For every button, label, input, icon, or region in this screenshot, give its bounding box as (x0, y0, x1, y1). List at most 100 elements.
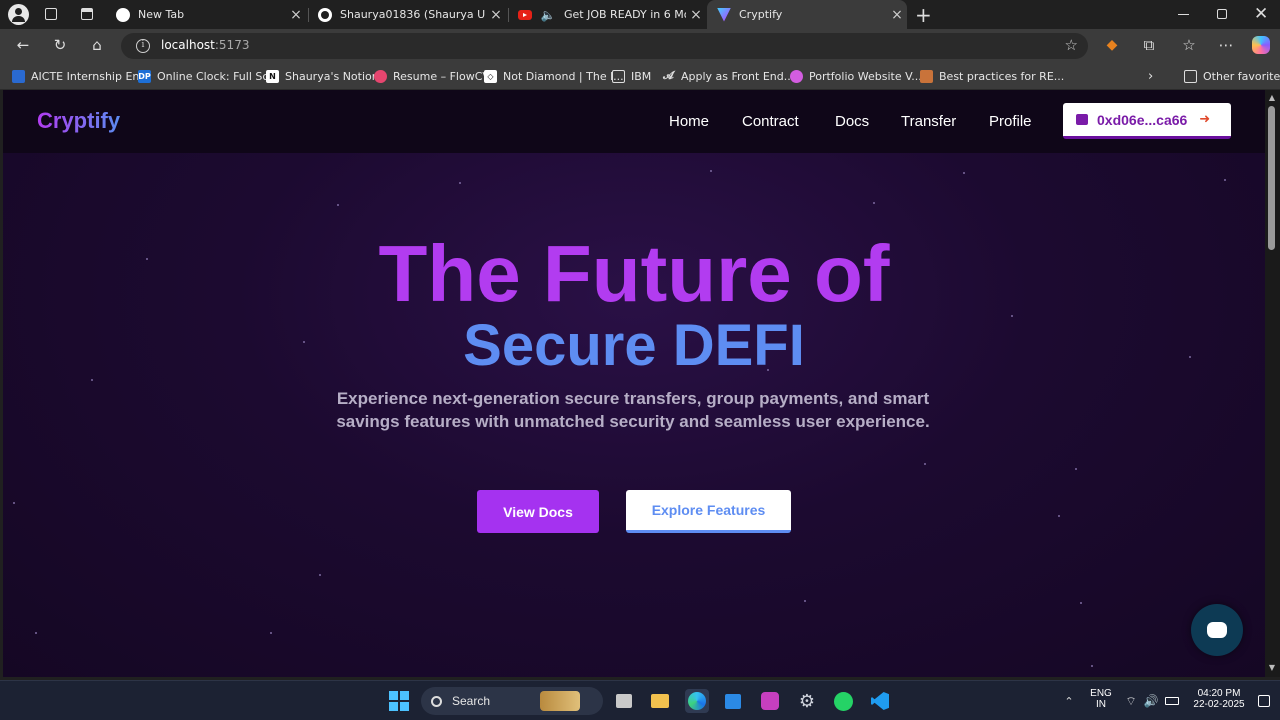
file-explorer-icon[interactable] (648, 689, 672, 713)
star-decoration (337, 204, 339, 206)
workspaces-icon[interactable] (45, 8, 57, 20)
language-indicator[interactable]: ENG IN (1088, 688, 1114, 710)
tab-cryptify[interactable]: Cryptify × (707, 0, 907, 29)
nav-docs[interactable]: Docs (835, 113, 869, 130)
wifi-icon[interactable]: ⌔ (1122, 689, 1140, 713)
start-button[interactable] (387, 689, 411, 713)
clock[interactable]: 04:20 PM 22-02-2025 (1188, 688, 1250, 710)
flowcv-icon (374, 69, 387, 83)
logout-icon[interactable]: ➜ (1199, 112, 1210, 127)
more-menu-icon[interactable]: ⋯ (1213, 34, 1239, 56)
favorites-icon[interactable]: ☆ (1176, 34, 1202, 56)
favorite-label: Portfolio Website V... (809, 69, 922, 83)
wallet-button[interactable]: 0xd06e...ca66 ➜ (1063, 103, 1231, 139)
favorite-link[interactable]: Portfolio Website V... (790, 68, 922, 84)
other-favorites[interactable]: Other favorites (1184, 68, 1280, 84)
vscode-icon[interactable] (868, 689, 892, 713)
extensions-icon[interactable]: ⧉ (1136, 34, 1162, 56)
favorite-link[interactable]: Resume – FlowCV (374, 68, 490, 84)
nav-contract[interactable]: Contract (742, 113, 799, 130)
page-viewport: Cryptify Home Contract Docs Transfer Pro… (3, 90, 1265, 677)
scrollbar-thumb[interactable] (1268, 106, 1275, 250)
region-code: IN (1096, 699, 1106, 710)
page-scrollbar[interactable]: ▲ ▼ (1265, 90, 1280, 677)
tab-actions-icon[interactable] (81, 8, 93, 20)
favorites-bar: AICTE Internship En... DP Online Clock: F… (0, 62, 1280, 90)
close-icon[interactable]: × (486, 7, 506, 23)
search-highlight-image (540, 691, 581, 711)
refresh-button[interactable]: ↻ (47, 34, 73, 56)
close-window-button[interactable]: ✕ (1254, 4, 1268, 24)
favorite-link[interactable]: 𝓐 Apply as Front End... (662, 68, 794, 84)
chat-button[interactable] (1191, 604, 1243, 656)
aicte-icon (12, 69, 25, 83)
favorite-link[interactable]: DP Online Clock: Full Sc... (138, 68, 279, 84)
favorites-overflow-chevron-icon[interactable]: › (1148, 68, 1153, 84)
volume-icon[interactable]: 🔊 (1142, 689, 1160, 713)
whatsapp-icon[interactable] (831, 689, 855, 713)
battery-icon[interactable] (1163, 689, 1181, 713)
favorite-label: Apply as Front End... (681, 69, 795, 83)
favorite-label: Best practices for RE... (939, 69, 1065, 83)
favorite-link[interactable]: AICTE Internship En... (12, 68, 150, 84)
tab-youtube[interactable]: 🔈 Get JOB READY in 6 Months × (508, 0, 706, 29)
favorite-star-icon[interactable]: ☆ (1065, 36, 1078, 54)
site-logo[interactable]: Cryptify (37, 108, 120, 134)
browser-tab-strip: New Tab × Shaurya01836 (Shaurya Upadhyay… (0, 0, 1280, 29)
site-header: Cryptify Home Contract Docs Transfer Pro… (3, 90, 1265, 153)
favorite-link[interactable]: Best practices for RE... (920, 68, 1064, 84)
star-decoration (710, 170, 712, 172)
close-icon[interactable]: × (686, 7, 706, 23)
scroll-up-arrow-icon[interactable]: ▲ (1267, 93, 1277, 102)
favorite-label: Shaurya's Notion (285, 69, 379, 83)
favorite-link[interactable]: IBM (612, 68, 651, 84)
favorite-link[interactable]: N Shaurya's Notion (266, 68, 379, 84)
edge-browser-icon[interactable] (685, 689, 709, 713)
star-decoration (1080, 602, 1082, 604)
tab-new-tab[interactable]: New Tab × (106, 0, 306, 29)
edge-newtab-icon (116, 7, 130, 22)
favorite-link[interactable]: ◇ Not Diamond | The l... (484, 68, 624, 84)
notifications-icon[interactable] (1256, 689, 1272, 713)
nav-profile[interactable]: Profile (989, 113, 1032, 130)
star-decoration (1224, 179, 1226, 181)
star-decoration (270, 632, 272, 634)
favorite-label: Resume – FlowCV (393, 69, 490, 83)
address-bar[interactable]: i localhost:5173 ☆ (121, 33, 1088, 59)
search-icon (431, 695, 442, 707)
close-icon[interactable]: × (286, 7, 306, 23)
taskbar-search[interactable]: Search (421, 687, 603, 715)
nav-transfer[interactable]: Transfer (901, 113, 956, 130)
new-tab-button[interactable]: + (915, 3, 932, 27)
home-button[interactable]: ⌂ (84, 34, 110, 56)
tab-github[interactable]: Shaurya01836 (Shaurya Upadhyay × (308, 0, 506, 29)
favorite-label: Not Diamond | The l... (503, 69, 624, 83)
search-label: Search (452, 694, 491, 708)
copilot-icon[interactable] (1248, 34, 1274, 56)
explore-features-button[interactable]: Explore Features (626, 490, 791, 533)
store-icon[interactable] (721, 689, 745, 713)
metamask-icon[interactable]: ◆ (1099, 34, 1125, 56)
settings-icon[interactable]: ⚙ (795, 689, 819, 713)
tab-title: Shaurya01836 (Shaurya Upadhyay (340, 8, 486, 21)
camera-app-icon[interactable] (758, 689, 782, 713)
url-text: localhost:5173 (161, 38, 249, 52)
minimize-button[interactable] (1178, 14, 1189, 15)
nav-home[interactable]: Home (669, 113, 709, 130)
show-hidden-icons-chevron-icon[interactable]: ⌃ (1057, 689, 1081, 713)
close-icon[interactable]: × (887, 7, 907, 23)
view-docs-button[interactable]: View Docs (477, 490, 599, 533)
task-view-icon[interactable] (612, 689, 636, 713)
maximize-button[interactable] (1217, 9, 1227, 19)
site-info-icon[interactable]: i (136, 39, 150, 53)
tab-title: Cryptify (739, 8, 783, 21)
favorite-label: AICTE Internship En... (31, 69, 150, 83)
notion-icon: N (266, 69, 279, 83)
back-button[interactable]: ← (10, 34, 36, 56)
speaker-icon[interactable]: 🔈 (540, 8, 556, 22)
chat-bubble-icon (1207, 622, 1227, 638)
scroll-down-arrow-icon[interactable]: ▼ (1267, 663, 1277, 672)
folder-icon (612, 69, 625, 83)
profile-icon[interactable] (8, 4, 29, 25)
tab-title: Get JOB READY in 6 Months (564, 8, 686, 21)
